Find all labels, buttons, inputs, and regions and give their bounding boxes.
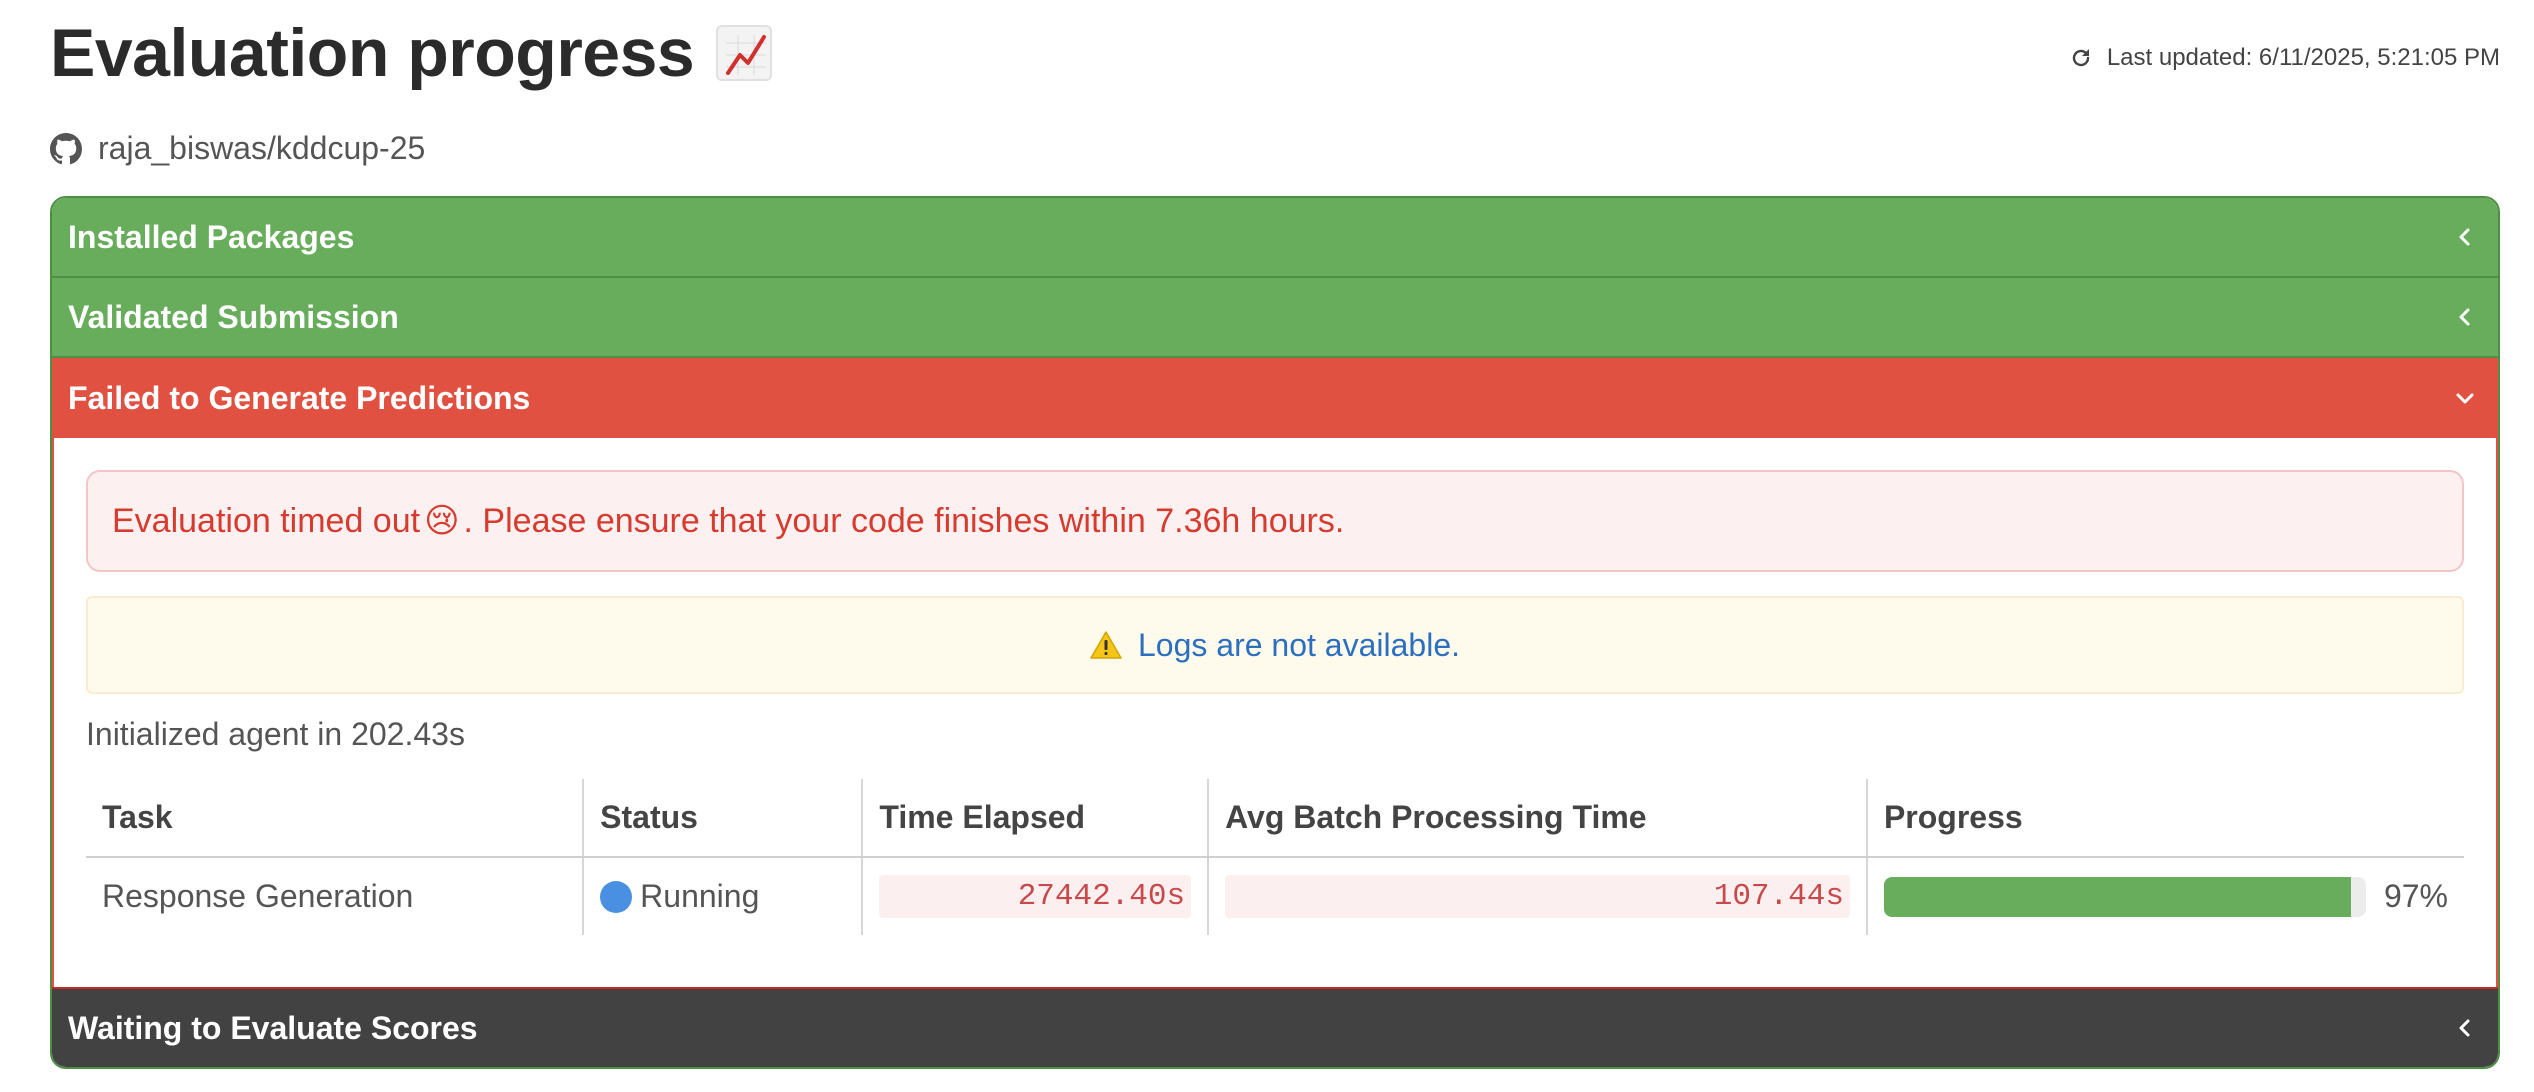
status-text: Running [640, 878, 760, 914]
stage-accordion: Installed Packages Validated Submission … [50, 196, 2500, 1069]
init-time-text: Initialized agent in 202.43s [86, 716, 465, 752]
time-elapsed-cell: 27442.40s [861, 857, 1209, 935]
logs-warning-text: Logs are not available. [1138, 626, 1460, 663]
chevron-down-icon [2456, 393, 2474, 404]
task-name-cell: Response Generation [102, 878, 414, 914]
last-updated: Last updated: 6/11/2025, 5:21:05 PM [2069, 44, 2500, 72]
stage-installed-packages[interactable]: Installed Packages [52, 198, 2498, 278]
chevron-left-icon [2459, 308, 2470, 326]
page-title: Evaluation progress [50, 14, 773, 92]
chevron-left-icon [2459, 1019, 2470, 1037]
time-elapsed-value: 27442.40s [879, 875, 1192, 918]
repo-link[interactable]: raja_biswas/kddcup-25 [50, 130, 425, 167]
stage-failed-to-generate-predictions[interactable]: Failed to Generate Predictions [52, 358, 2498, 438]
timeout-error-alert: Evaluation timed out 😢 . Please ensure t… [86, 470, 2464, 572]
stage-validated-submission[interactable]: Validated Submission [52, 278, 2498, 358]
failure-panel: Evaluation timed out 😢 . Please ensure t… [52, 438, 2498, 987]
github-icon [50, 132, 82, 164]
column-header-progress: Progress [1865, 779, 2464, 858]
avg-batch-value: 107.44s [1225, 875, 1850, 918]
crying-face-icon: 😢 [424, 502, 460, 540]
refresh-icon[interactable] [2069, 46, 2093, 70]
table-row: Response Generation Running 27442.40s 10… [86, 857, 2464, 935]
progress-cell: 97% [1865, 857, 2464, 935]
chevron-left-icon [2459, 228, 2470, 246]
stage-label: Validated Submission [68, 298, 399, 335]
progress-bar-fill [1883, 876, 2352, 917]
column-header-time-elapsed: Time Elapsed [861, 779, 1209, 858]
last-updated-text: Last updated: 6/11/2025, 5:21:05 PM [2106, 44, 2500, 71]
column-header-task: Task [86, 779, 584, 858]
running-status-icon [600, 880, 633, 913]
evaluation-page: Evaluation progress Last updated: 6/11/2… [50, 0, 2500, 1069]
warning-icon [1090, 631, 1122, 659]
stage-label: Failed to Generate Predictions [68, 379, 531, 416]
column-header-status: Status [582, 779, 863, 858]
column-header-avg-batch: Avg Batch Processing Time [1207, 779, 1867, 858]
error-text-start: Evaluation timed out [112, 501, 421, 540]
repo-name: raja_biswas/kddcup-25 [98, 130, 426, 166]
avg-batch-cell: 107.44s [1207, 857, 1867, 935]
progress-bar [1883, 876, 2366, 917]
progress-percent: 97% [2383, 878, 2448, 914]
page-title-text: Evaluation progress [50, 15, 695, 91]
stage-waiting-to-evaluate-scores[interactable]: Waiting to Evaluate Scores [52, 987, 2498, 1067]
page-header: Evaluation progress Last updated: 6/11/2… [50, 0, 2500, 120]
task-table: Task Status Time Elapsed Avg Batch Proce… [86, 779, 2464, 935]
status-cell: Running [582, 857, 863, 935]
table-header-row: Task Status Time Elapsed Avg Batch Proce… [86, 779, 2464, 858]
logs-warning-alert: Logs are not available. [86, 596, 2464, 694]
error-text-end: . Please ensure that your code finishes … [463, 501, 1345, 540]
stage-label: Waiting to Evaluate Scores [68, 1009, 478, 1046]
chart-increasing-icon [716, 25, 773, 81]
stage-label: Installed Packages [68, 218, 355, 255]
